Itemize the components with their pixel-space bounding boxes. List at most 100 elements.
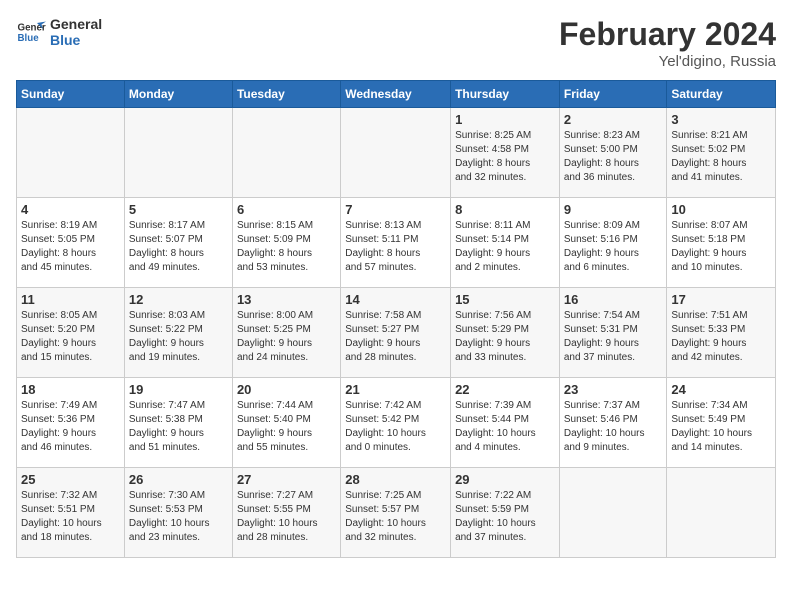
logo-line2: Blue: [50, 32, 102, 48]
day-cell: 3Sunrise: 8:21 AM Sunset: 5:02 PM Daylig…: [667, 108, 776, 198]
day-number: 11: [21, 292, 120, 307]
day-cell: 4 Sunrise: 8:19 AM Sunset: 5:05 PM Daylig…: [17, 198, 125, 288]
day-info: Sunrise: 8:05 AM Sunset: 5:20 PM Dayligh…: [21, 309, 120, 365]
day-number: 2: [564, 112, 663, 127]
day-info: Sunrise: 8:19 AM Sunset: 5:05 PM Dayligh…: [21, 219, 120, 275]
day-info: Sunrise: 8:13 AM Sunset: 5:11 PM Dayligh…: [345, 219, 446, 275]
day-cell: 26 Sunrise: 7:30 AM Sunset: 5:53 PM Dayli…: [124, 468, 232, 558]
day-cell: 28 Sunrise: 7:25 AM Sunset: 5:57 PM Dayli…: [341, 468, 451, 558]
day-cell: 29Sunrise: 7:22 AM Sunset: 5:59 PM Dayli…: [451, 468, 560, 558]
week-row-3: 11 Sunrise: 8:05 AM Sunset: 5:20 PM Dayli…: [17, 288, 776, 378]
day-cell: 8 Sunrise: 8:11 AM Sunset: 5:14 PM Daylig…: [451, 198, 560, 288]
day-cell: [124, 108, 232, 198]
day-cell: 12Sunrise: 8:03 AM Sunset: 5:22 PM Dayli…: [124, 288, 232, 378]
day-number: 10: [671, 202, 771, 217]
day-info: Sunrise: 8:03 AM Sunset: 5:22 PM Dayligh…: [129, 309, 228, 365]
day-info: Sunrise: 8:11 AM Sunset: 5:14 PM Dayligh…: [455, 219, 555, 275]
day-info: Sunrise: 8:23 AM Sunset: 5:00 PM Dayligh…: [564, 129, 663, 185]
day-cell: 16 Sunrise: 7:54 AM Sunset: 5:31 PM Dayli…: [559, 288, 667, 378]
day-number: 16: [564, 292, 663, 307]
day-number: 13: [237, 292, 336, 307]
weekday-header-sunday: Sunday: [17, 81, 125, 108]
day-info: Sunrise: 7:47 AM Sunset: 5:38 PM Dayligh…: [129, 399, 228, 455]
day-cell: 22 Sunrise: 7:39 AM Sunset: 5:44 PM Dayli…: [451, 378, 560, 468]
location: Yel'digino, Russia: [559, 53, 776, 70]
day-cell: 11 Sunrise: 8:05 AM Sunset: 5:20 PM Dayli…: [17, 288, 125, 378]
day-number: 5: [129, 202, 228, 217]
day-cell: 2 Sunrise: 8:23 AM Sunset: 5:00 PM Daylig…: [559, 108, 667, 198]
day-cell: 18 Sunrise: 7:49 AM Sunset: 5:36 PM Dayli…: [17, 378, 125, 468]
week-row-4: 18 Sunrise: 7:49 AM Sunset: 5:36 PM Dayli…: [17, 378, 776, 468]
header: General Blue General Blue February 2024 …: [16, 16, 776, 70]
day-number: 15: [455, 292, 555, 307]
day-number: 22: [455, 382, 555, 397]
logo: General Blue General Blue: [16, 16, 102, 48]
weekday-header-row: SundayMondayTuesdayWednesdayThursdayFrid…: [17, 81, 776, 108]
weekday-header-tuesday: Tuesday: [232, 81, 340, 108]
day-number: 21: [345, 382, 446, 397]
weekday-header-saturday: Saturday: [667, 81, 776, 108]
day-number: 24: [671, 382, 771, 397]
day-cell: 1 Sunrise: 8:25 AM Sunset: 4:58 PM Daylig…: [451, 108, 560, 198]
day-cell: [17, 108, 125, 198]
day-cell: 24 Sunrise: 7:34 AM Sunset: 5:49 PM Dayli…: [667, 378, 776, 468]
day-cell: 9Sunrise: 8:09 AM Sunset: 5:16 PM Daylig…: [559, 198, 667, 288]
day-cell: [232, 108, 340, 198]
svg-text:Blue: Blue: [18, 33, 40, 44]
day-info: Sunrise: 8:17 AM Sunset: 5:07 PM Dayligh…: [129, 219, 228, 275]
day-number: 17: [671, 292, 771, 307]
day-info: Sunrise: 8:07 AM Sunset: 5:18 PM Dayligh…: [671, 219, 771, 275]
day-number: 4: [21, 202, 120, 217]
day-number: 26: [129, 472, 228, 487]
day-info: Sunrise: 7:51 AM Sunset: 5:33 PM Dayligh…: [671, 309, 771, 365]
day-info: Sunrise: 7:30 AM Sunset: 5:53 PM Dayligh…: [129, 489, 228, 545]
day-number: 8: [455, 202, 555, 217]
day-cell: [341, 108, 451, 198]
day-cell: 19Sunrise: 7:47 AM Sunset: 5:38 PM Dayli…: [124, 378, 232, 468]
day-info: Sunrise: 7:54 AM Sunset: 5:31 PM Dayligh…: [564, 309, 663, 365]
day-number: 28: [345, 472, 446, 487]
day-cell: 6 Sunrise: 8:15 AM Sunset: 5:09 PM Daylig…: [232, 198, 340, 288]
day-cell: 13Sunrise: 8:00 AM Sunset: 5:25 PM Dayli…: [232, 288, 340, 378]
day-info: Sunrise: 7:49 AM Sunset: 5:36 PM Dayligh…: [21, 399, 120, 455]
week-row-1: 1 Sunrise: 8:25 AM Sunset: 4:58 PM Daylig…: [17, 108, 776, 198]
day-cell: 17 Sunrise: 7:51 AM Sunset: 5:33 PM Dayli…: [667, 288, 776, 378]
day-number: 18: [21, 382, 120, 397]
day-info: Sunrise: 7:56 AM Sunset: 5:29 PM Dayligh…: [455, 309, 555, 365]
day-info: Sunrise: 7:34 AM Sunset: 5:49 PM Dayligh…: [671, 399, 771, 455]
day-info: Sunrise: 7:27 AM Sunset: 5:55 PM Dayligh…: [237, 489, 336, 545]
day-number: 14: [345, 292, 446, 307]
day-number: 7: [345, 202, 446, 217]
title-section: February 2024 Yel'digino, Russia: [559, 16, 776, 70]
day-info: Sunrise: 7:42 AM Sunset: 5:42 PM Dayligh…: [345, 399, 446, 455]
day-cell: [667, 468, 776, 558]
day-cell: 25 Sunrise: 7:32 AM Sunset: 5:51 PM Dayli…: [17, 468, 125, 558]
weekday-header-wednesday: Wednesday: [341, 81, 451, 108]
day-info: Sunrise: 7:32 AM Sunset: 5:51 PM Dayligh…: [21, 489, 120, 545]
weekday-header-friday: Friday: [559, 81, 667, 108]
logo-icon: General Blue: [16, 17, 46, 47]
day-number: 3: [671, 112, 771, 127]
day-number: 29: [455, 472, 555, 487]
day-number: 27: [237, 472, 336, 487]
day-number: 6: [237, 202, 336, 217]
day-info: Sunrise: 7:39 AM Sunset: 5:44 PM Dayligh…: [455, 399, 555, 455]
day-info: Sunrise: 7:37 AM Sunset: 5:46 PM Dayligh…: [564, 399, 663, 455]
day-cell: 7 Sunrise: 8:13 AM Sunset: 5:11 PM Daylig…: [341, 198, 451, 288]
day-number: 25: [21, 472, 120, 487]
week-row-5: 25 Sunrise: 7:32 AM Sunset: 5:51 PM Dayli…: [17, 468, 776, 558]
day-info: Sunrise: 8:25 AM Sunset: 4:58 PM Dayligh…: [455, 129, 555, 185]
day-number: 1: [455, 112, 555, 127]
day-cell: 10 Sunrise: 8:07 AM Sunset: 5:18 PM Dayli…: [667, 198, 776, 288]
day-info: Sunrise: 7:44 AM Sunset: 5:40 PM Dayligh…: [237, 399, 336, 455]
day-cell: 27 Sunrise: 7:27 AM Sunset: 5:55 PM Dayli…: [232, 468, 340, 558]
weekday-header-thursday: Thursday: [451, 81, 560, 108]
logo-line1: General: [50, 16, 102, 32]
calendar: SundayMondayTuesdayWednesdayThursdayFrid…: [16, 80, 776, 558]
day-cell: 21 Sunrise: 7:42 AM Sunset: 5:42 PM Dayli…: [341, 378, 451, 468]
day-cell: 15 Sunrise: 7:56 AM Sunset: 5:29 PM Dayli…: [451, 288, 560, 378]
day-info: Sunrise: 8:09 AM Sunset: 5:16 PM Dayligh…: [564, 219, 663, 275]
day-info: Sunrise: 7:25 AM Sunset: 5:57 PM Dayligh…: [345, 489, 446, 545]
day-info: Sunrise: 8:15 AM Sunset: 5:09 PM Dayligh…: [237, 219, 336, 275]
month-year: February 2024: [559, 16, 776, 53]
